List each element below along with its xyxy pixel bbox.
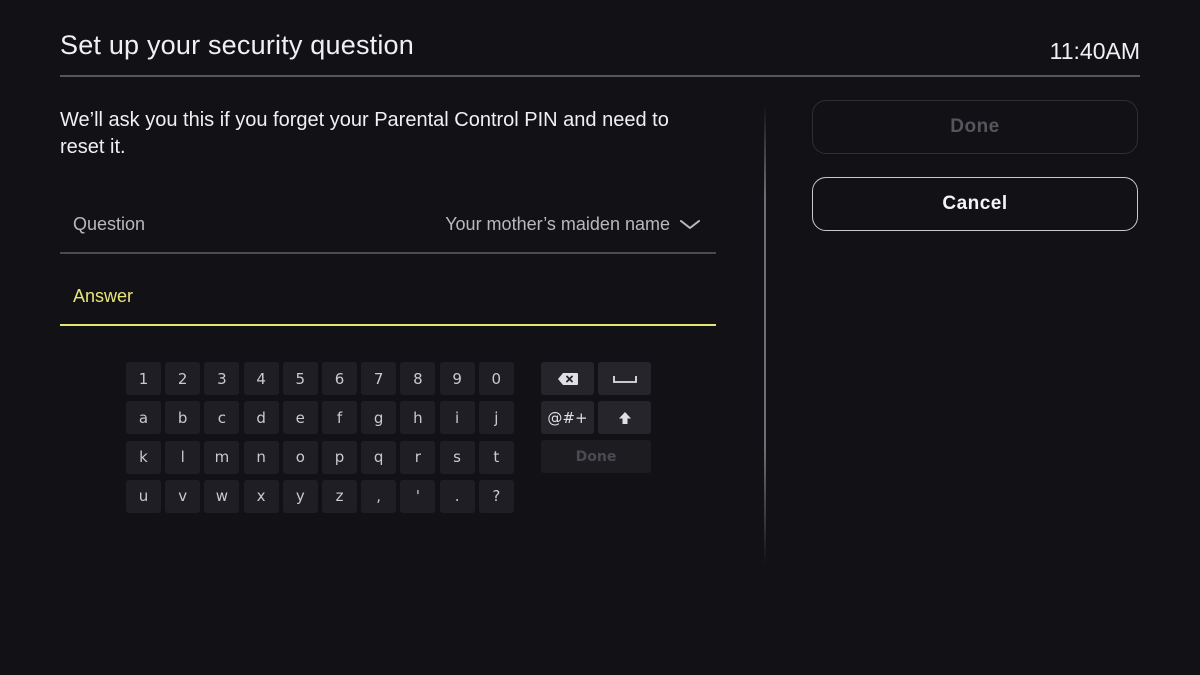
keyboard-key[interactable]: b bbox=[165, 401, 201, 435]
cancel-button[interactable]: Cancel bbox=[812, 177, 1138, 231]
question-selector[interactable]: Question Your mother’s maiden name bbox=[60, 194, 716, 254]
keyboard-key[interactable]: v bbox=[165, 479, 201, 513]
page-title: Set up your security question bbox=[60, 30, 414, 60]
keyboard-key[interactable]: n bbox=[243, 440, 279, 474]
backspace-key[interactable] bbox=[541, 362, 594, 395]
keyboard-key[interactable]: x bbox=[243, 479, 279, 513]
keyboard-key[interactable]: g bbox=[361, 401, 397, 435]
keyboard-key[interactable]: z bbox=[322, 479, 357, 513]
keyboard-key[interactable]: ' bbox=[400, 479, 436, 513]
keyboard-key[interactable]: j bbox=[478, 401, 514, 435]
keyboard-key[interactable]: p bbox=[322, 440, 357, 474]
keyboard-key[interactable]: ? bbox=[478, 479, 514, 513]
symbols-key[interactable]: @#+ bbox=[541, 401, 594, 434]
backspace-icon bbox=[557, 372, 578, 385]
keyboard-key[interactable]: u bbox=[126, 479, 161, 513]
question-value: Your mother’s maiden name bbox=[445, 214, 670, 234]
keyboard-key[interactable]: c bbox=[204, 401, 240, 435]
keyboard-key[interactable]: o bbox=[282, 440, 318, 474]
keyboard-key[interactable]: i bbox=[439, 401, 475, 435]
keyboard-key[interactable]: 6 bbox=[322, 362, 357, 395]
keyboard-key[interactable]: m bbox=[204, 440, 240, 474]
keyboard-key[interactable]: w bbox=[204, 479, 240, 513]
keyboard-key[interactable]: d bbox=[243, 401, 279, 435]
keyboard-key[interactable]: , bbox=[361, 479, 397, 513]
done-button[interactable]: Done bbox=[812, 100, 1138, 154]
question-label: Question bbox=[73, 214, 146, 234]
keyboard-key[interactable]: 5 bbox=[282, 362, 318, 395]
on-screen-keyboard: 1 2 3 4 5 6 7 8 9 0 a b c d e f g h i j k l m n o p q r s t u v w x y z, '.? bbox=[126, 362, 516, 516]
space-icon bbox=[612, 375, 637, 383]
security-question-screen: Set up your security question 11:40AM We… bbox=[0, 0, 1200, 675]
answer-label: Answer bbox=[73, 286, 134, 306]
keyboard-key[interactable]: h bbox=[400, 401, 436, 435]
keyboard-key[interactable]: 2 bbox=[165, 362, 201, 395]
keyboard-key[interactable]: . bbox=[439, 479, 475, 513]
keyboard-key[interactable]: y bbox=[282, 479, 318, 513]
description-text: We’ll ask you this if you forget your Pa… bbox=[60, 109, 669, 158]
keyboard-key[interactable]: 8 bbox=[400, 362, 436, 395]
keyboard-key[interactable]: a bbox=[126, 401, 161, 435]
keyboard-key[interactable]: 1 bbox=[126, 362, 161, 395]
keyboard-key[interactable]: t bbox=[478, 440, 514, 474]
keyboard-key[interactable]: l bbox=[165, 440, 201, 474]
keyboard-key[interactable]: k bbox=[126, 440, 161, 474]
keyboard-done-key[interactable]: Done bbox=[541, 440, 651, 473]
space-key[interactable] bbox=[598, 362, 651, 395]
shift-icon bbox=[618, 411, 631, 424]
keyboard-key[interactable]: r bbox=[400, 440, 436, 474]
clock: 11:40AM bbox=[1049, 38, 1140, 64]
keyboard-key[interactable]: 0 bbox=[478, 362, 514, 395]
vertical-divider bbox=[764, 105, 766, 565]
keyboard-key[interactable]: q bbox=[361, 440, 397, 474]
answer-input[interactable]: Answer bbox=[60, 266, 716, 326]
keyboard-key[interactable]: f bbox=[322, 401, 357, 435]
keyboard-key[interactable]: 9 bbox=[439, 362, 475, 395]
keyboard-key[interactable]: s bbox=[439, 440, 475, 474]
keyboard-key[interactable]: 4 bbox=[243, 362, 279, 395]
shift-key[interactable] bbox=[598, 401, 651, 434]
keyboard-key[interactable]: 7 bbox=[361, 362, 397, 395]
keyboard-key[interactable]: 3 bbox=[204, 362, 240, 395]
header-divider bbox=[60, 75, 1140, 77]
keyboard-key[interactable]: e bbox=[282, 401, 318, 435]
chevron-down-icon bbox=[680, 220, 700, 229]
